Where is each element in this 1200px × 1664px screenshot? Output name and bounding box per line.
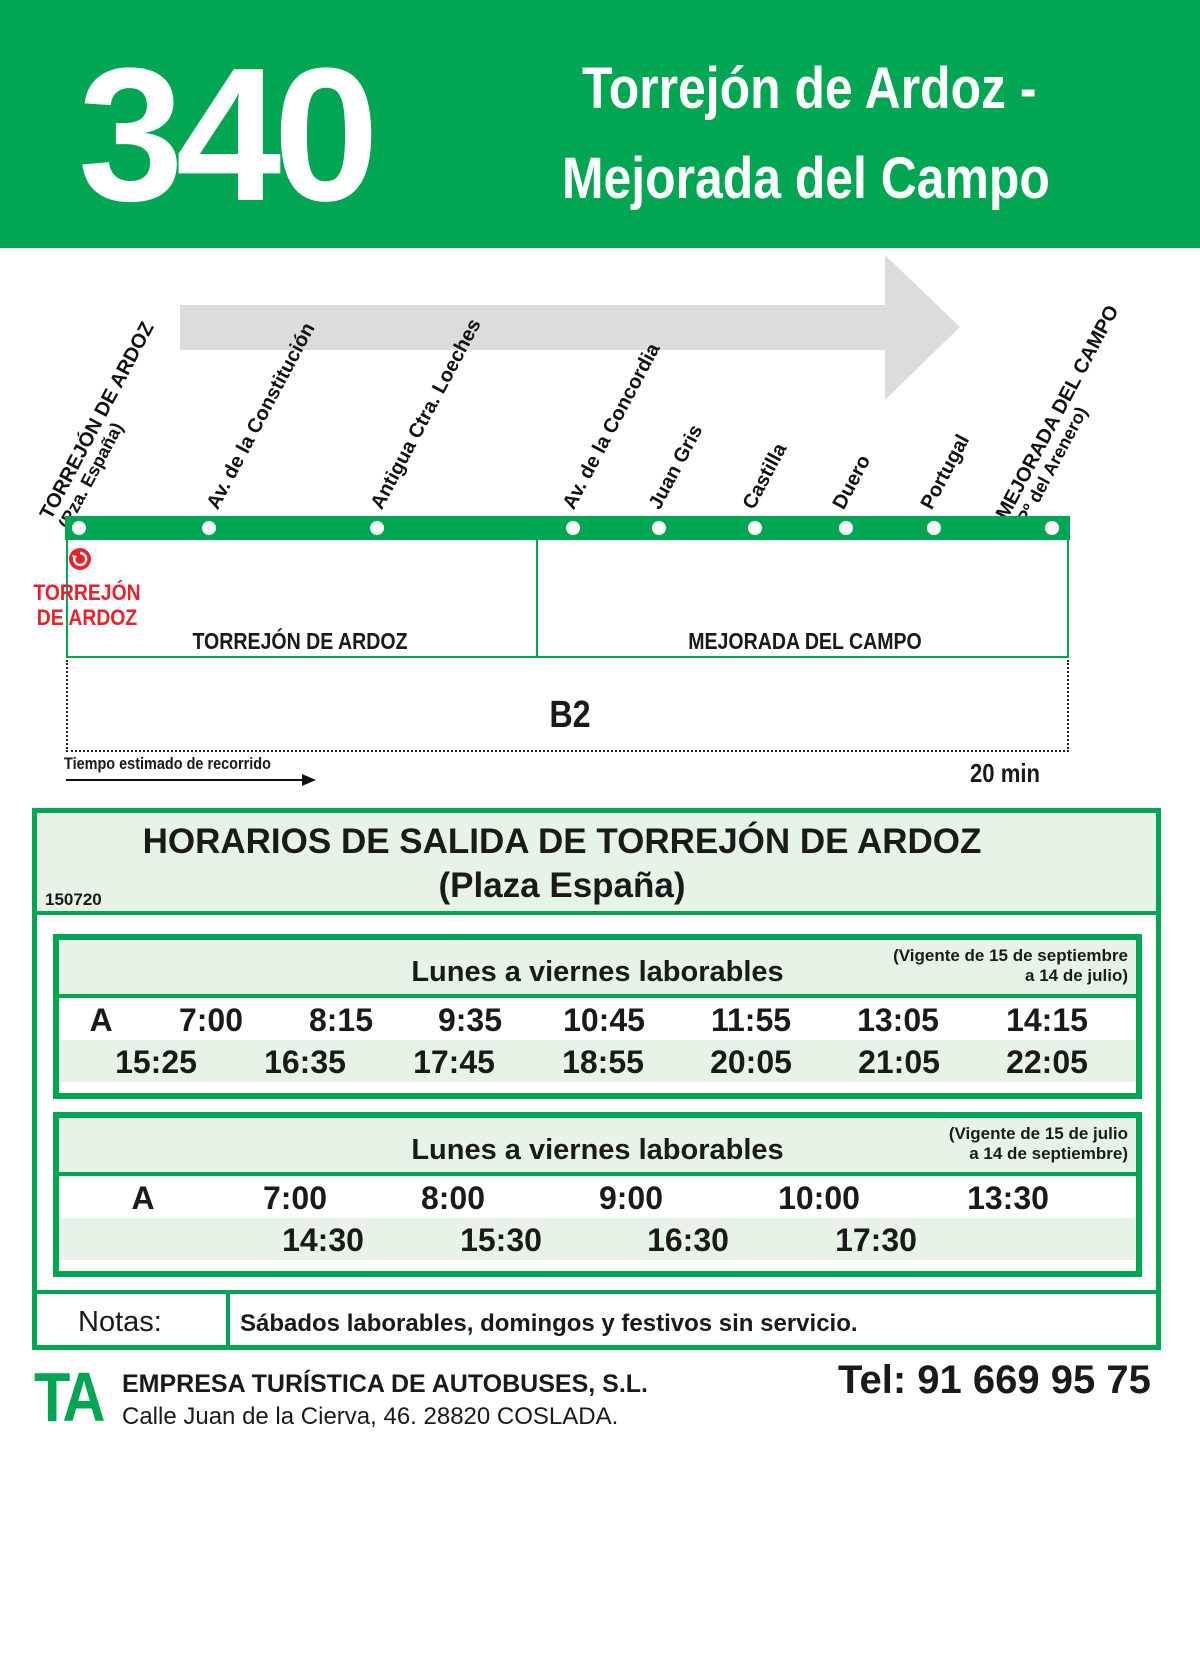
stop-dot: [566, 521, 580, 535]
stop-label: Castilla: [738, 439, 792, 513]
day-type-code: A: [89, 1002, 113, 1038]
departure-time: 17:30: [835, 1222, 917, 1258]
travel-time-value: 20 min: [970, 758, 1041, 788]
phone-number: Tel: 91 669 95 75: [838, 1358, 1151, 1402]
route-name-line2: Mejorada del Campo: [562, 146, 1050, 211]
departure-time: 16:35: [264, 1044, 346, 1080]
stop-dot: [72, 521, 86, 535]
company-name: EMPRESA TURÍSTICA DE AUTOBUSES, S.L.: [122, 1370, 648, 1398]
departure-time: 21:05: [858, 1044, 940, 1080]
schedule-panel-summer: Lunes a viernes laborables (Vigente de 1…: [53, 1112, 1142, 1277]
stop-label: Portugal: [916, 431, 975, 513]
departure-row: 14:30 15:30 16:30 17:30: [59, 1218, 1136, 1260]
departure-time: 13:05: [857, 1002, 939, 1038]
tariff-zone-label: B2: [549, 694, 591, 736]
notes-divider: [226, 1294, 230, 1345]
departure-time: 10:00: [778, 1180, 860, 1216]
origin-label: TORREJÓN DE ARDOZ: [33, 580, 141, 631]
departure-time: 18:55: [562, 1044, 644, 1080]
departure-time: 15:25: [115, 1044, 197, 1080]
departure-row: 15:25 16:35 17:45 18:55 20:05 21:05 22:0…: [59, 1040, 1136, 1082]
notes-text: Sábados laborables, domingos y festivos …: [240, 1310, 858, 1337]
route-name-line1: Torrejón de Ardoz -: [582, 56, 1037, 121]
departure-time: 11:55: [710, 1002, 792, 1038]
zone-divider: [536, 540, 538, 658]
departure-row: A 7:00 8:00 9:00 10:00 13:30: [59, 1176, 1136, 1218]
notes-label: Notas:: [78, 1306, 162, 1338]
stop-dot: [202, 521, 216, 535]
schedule-panel-winter: Lunes a viernes laborables (Vigente de 1…: [53, 934, 1142, 1099]
stop-label: Juan Gris: [644, 421, 708, 513]
departure-time: 10:45: [563, 1002, 645, 1038]
departure-time: 7:00: [262, 1180, 328, 1216]
zone-label-mejorada: MEJORADA DEL CAMPO: [688, 628, 922, 654]
day-type-code: A: [131, 1180, 155, 1216]
stop-dot: [927, 521, 941, 535]
departure-time: 15:30: [460, 1222, 542, 1258]
validity-note: (Vigente de 15 de septiembre a 14 de jul…: [893, 946, 1128, 985]
timetable-code: 150720: [45, 890, 102, 909]
timetable-title: HORARIOS DE SALIDA DE TORREJÓN DE ARDOZ …: [142, 822, 982, 905]
zone-label-torrejon: TORREJÓN DE ARDOZ: [192, 628, 408, 654]
origin-circle-arrow-icon: [69, 548, 91, 570]
route-number: 340: [78, 29, 379, 241]
stop-dot: [748, 521, 762, 535]
departure-time: 16:30: [647, 1222, 729, 1258]
departure-time: 14:15: [1006, 1002, 1088, 1038]
company-logo: TA: [34, 1358, 106, 1436]
stop-dot: [1045, 521, 1059, 535]
panel-header: Lunes a viernes laborables (Vigente de 1…: [59, 1118, 1136, 1176]
travel-time-label: Tiempo estimado de recorrido: [64, 754, 271, 773]
stop-label: Duero: [828, 451, 876, 513]
panel-header: Lunes a viernes laborables (Vigente de 1…: [59, 940, 1136, 998]
stop-label: TORREJÓN DE ARDOZ (Pza. España): [35, 318, 159, 532]
validity-note: (Vigente de 15 de julio a 14 de septiemb…: [948, 1124, 1128, 1163]
departure-time: 7:00: [178, 1002, 244, 1038]
stop-dot: [839, 521, 853, 535]
company-address: Calle Juan de la Cierva, 46. 28820 COSLA…: [122, 1403, 619, 1430]
departure-time: 22:05: [1006, 1044, 1088, 1080]
departure-time: 17:45: [413, 1044, 495, 1080]
stop-dot: [652, 521, 666, 535]
departure-time: 9:00: [598, 1180, 664, 1216]
departure-time: 13:30: [967, 1180, 1049, 1216]
stop-label: MEJORADA DEL CAMPO (Pº del Arenero): [991, 301, 1124, 532]
departure-time: 9:35: [437, 1002, 503, 1038]
departure-time: 8:15: [308, 1002, 374, 1038]
departure-time: 20:05: [710, 1044, 792, 1080]
departure-time: 8:00: [420, 1180, 486, 1216]
stop-dot: [370, 521, 384, 535]
departure-time: 14:30: [282, 1222, 364, 1258]
travel-time-arrow-icon: [66, 774, 316, 786]
departure-row: A 7:00 8:15 9:35 10:45 11:55 13:05 14:15: [59, 998, 1136, 1040]
